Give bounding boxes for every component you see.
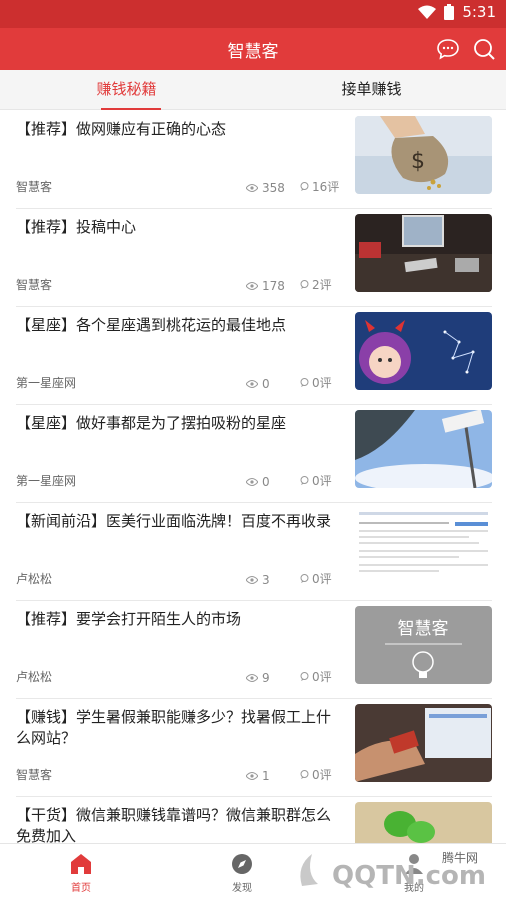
cartoon-stars-thumbnail — [355, 312, 492, 390]
comment-icon — [300, 574, 309, 583]
article-author: 第一星座网 — [16, 376, 77, 390]
webpage-thumbnail — [355, 508, 492, 586]
active-tab-indicator — [101, 108, 161, 110]
tab-earning-tips[interactable]: 赚钱秘籍 — [0, 70, 253, 110]
comment-count-value: 16评 — [312, 180, 340, 194]
compass-icon — [232, 854, 252, 874]
view-count: 0 — [246, 377, 270, 391]
article-list: 【推荐】做网赚应有正确的心态 智慧客 358 16评 $ 【推荐】投稿中心 智慧… — [0, 111, 506, 895]
watermark-text: 腾牛网 — [442, 850, 478, 865]
comment-count: 16评 — [300, 178, 339, 195]
view-count: 1 — [246, 769, 270, 783]
article-title: 【推荐】做网赚应有正确的心态 — [16, 120, 227, 138]
view-count: 358 — [246, 181, 285, 195]
article-author: 卢松松 — [16, 572, 53, 586]
category-tabs: 赚钱秘籍 接单赚钱 — [0, 70, 506, 110]
comment-icon — [300, 280, 309, 289]
tab-take-orders[interactable]: 接单赚钱 — [245, 70, 498, 110]
article-author: 第一星座网 — [16, 474, 77, 488]
article-title: 【新闻前沿】医美行业面临洗牌！百度不再收录 — [16, 512, 332, 530]
view-count-value: 0 — [262, 475, 270, 489]
zhihuike-logo-thumbnail: 智慧客 — [355, 606, 492, 684]
view-count: 3 — [246, 573, 270, 587]
article-title: 【星座】各个星座遇到桃花运的最佳地点 — [16, 316, 287, 334]
article-title: 【干货】微信兼职赚钱靠谱吗？微信兼职群怎么免费加入 — [16, 806, 332, 845]
desk-thumbnail — [355, 214, 492, 292]
home-icon — [71, 854, 91, 874]
nav-home[interactable]: 首页 — [41, 852, 121, 894]
article-title: 【推荐】投稿中心 — [16, 218, 137, 236]
view-count-value: 9 — [262, 671, 270, 685]
comment-count-value: 0评 — [312, 572, 332, 586]
chat-icon[interactable] — [436, 37, 460, 61]
comment-count: 0评 — [300, 570, 332, 587]
comment-count-value: 2评 — [312, 278, 332, 292]
wifi-icon — [418, 5, 437, 19]
list-item[interactable]: 【赚钱】学生暑假兼职能赚多少？找暑假工上什么网站？ 智慧客 1 0评 — [16, 699, 492, 797]
article-title: 【星座】做好事都是为了摆拍吸粉的星座 — [16, 414, 287, 432]
eye-icon — [246, 576, 258, 584]
comment-count: 0评 — [300, 766, 332, 783]
view-count-value: 178 — [262, 279, 285, 293]
article-title: 【推荐】要学会打开陌生人的市场 — [16, 610, 242, 628]
nav-discover[interactable]: 发现 — [202, 852, 282, 894]
comment-count-value: 0评 — [312, 376, 332, 390]
eye-icon — [246, 184, 258, 192]
list-item[interactable]: 【星座】各个星座遇到桃花运的最佳地点 第一星座网 0 0评 — [16, 307, 492, 405]
comment-icon — [300, 182, 309, 191]
view-count-value: 1 — [262, 769, 270, 783]
nav-label: 发现 — [232, 883, 252, 894]
tab-label: 接单赚钱 — [341, 80, 402, 98]
card-payment-thumbnail — [355, 704, 492, 782]
svg-text:$: $ — [411, 149, 425, 174]
status-icons: 5:31 — [418, 3, 496, 21]
app-title: 智慧客 — [227, 42, 279, 62]
battery-icon — [444, 4, 455, 20]
article-author: 智慧客 — [16, 768, 53, 782]
status-time: 5:31 — [462, 3, 496, 21]
list-item[interactable]: 【推荐】投稿中心 智慧客 178 2评 — [16, 209, 492, 307]
eye-icon — [246, 772, 258, 780]
view-count: 9 — [246, 671, 270, 685]
nav-label: 首页 — [71, 883, 91, 894]
sky-thumbnail — [355, 410, 492, 488]
view-count: 178 — [246, 279, 285, 293]
article-author: 智慧客 — [16, 180, 53, 194]
comment-icon — [300, 770, 309, 779]
comment-count: 2评 — [300, 276, 332, 293]
list-item[interactable]: 【推荐】做网赚应有正确的心态 智慧客 358 16评 $ — [16, 111, 492, 209]
qqtn-watermark: QQTN.com 腾牛网 — [300, 850, 486, 891]
comment-count-value: 0评 — [312, 670, 332, 684]
comment-count-value: 0评 — [312, 474, 332, 488]
comment-icon — [300, 476, 309, 485]
eye-icon — [246, 478, 258, 486]
comment-count: 0评 — [300, 374, 332, 391]
thumbnail-logo-text: 智慧客 — [398, 619, 449, 639]
eye-icon — [246, 674, 258, 682]
comment-count: 0评 — [300, 472, 332, 489]
list-item[interactable]: 【新闻前沿】医美行业面临洗牌！百度不再收录 卢松松 3 0评 — [16, 503, 492, 601]
eye-icon — [246, 282, 258, 290]
tab-label: 赚钱秘籍 — [96, 80, 157, 98]
comment-count-value: 0评 — [312, 768, 332, 782]
bottom-navigation: 首页 发现 我的 QQTN.com 腾牛网 — [0, 843, 506, 900]
view-count-value: 3 — [262, 573, 270, 587]
eye-icon — [246, 380, 258, 388]
search-icon[interactable] — [472, 37, 496, 61]
view-count: 0 — [246, 475, 270, 489]
article-title: 【赚钱】学生暑假兼职能赚多少？找暑假工上什么网站？ — [16, 708, 332, 747]
app-header: 智慧客 — [0, 28, 506, 70]
list-item[interactable]: 【星座】做好事都是为了摆拍吸粉的星座 第一星座网 0 0评 — [16, 405, 492, 503]
money-bag-thumbnail: $ — [355, 116, 492, 194]
comment-count: 0评 — [300, 668, 332, 685]
view-count-value: 358 — [262, 181, 285, 195]
article-author: 智慧客 — [16, 278, 53, 292]
comment-icon — [300, 378, 309, 387]
article-author: 卢松松 — [16, 670, 53, 684]
list-item[interactable]: 【推荐】要学会打开陌生人的市场 卢松松 9 0评 智慧客 — [16, 601, 492, 699]
status-bar: 5:31 — [0, 0, 506, 28]
comment-icon — [300, 672, 309, 681]
view-count-value: 0 — [262, 377, 270, 391]
watermark-brand: QQTN.com — [332, 861, 486, 891]
